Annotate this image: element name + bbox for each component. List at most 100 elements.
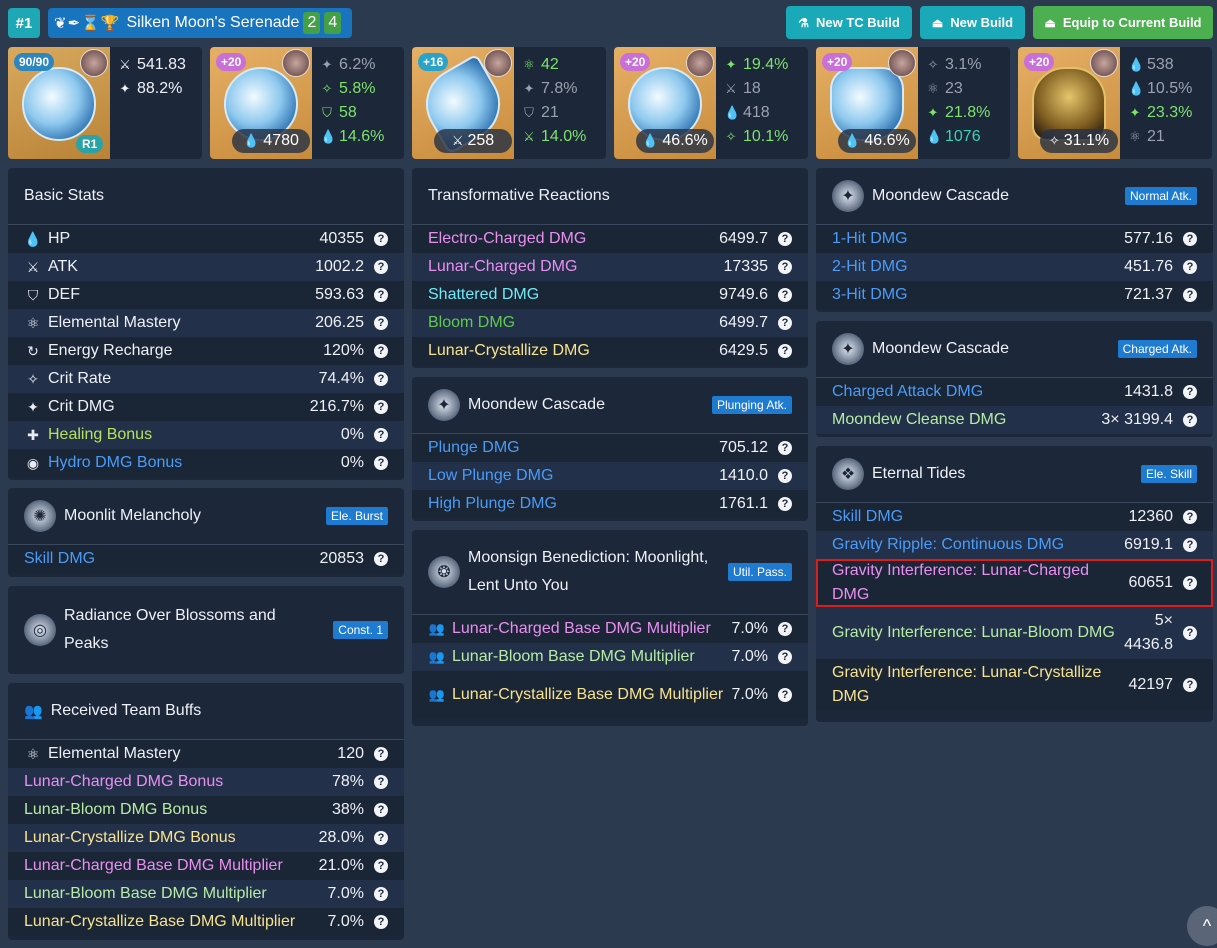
crit-rate-icon: ✧ [1048, 133, 1060, 148]
help-icon[interactable]: ? [1183, 576, 1197, 590]
talent-tag: Ele. Skill [1140, 465, 1197, 483]
stat-row: 3-Hit DMG 721.37? [816, 281, 1213, 309]
talent-tag: Charged Atk. [1117, 340, 1197, 358]
stat-value: 216.7% [309, 398, 364, 415]
help-icon[interactable]: ? [374, 456, 388, 470]
hp-icon: 💧 [1128, 81, 1145, 96]
help-icon[interactable]: ? [778, 441, 792, 455]
set-count-badge: 4 [324, 12, 342, 34]
equipment-slot-sands[interactable]: +20 💧 46.6% ✦ 19.4% ⚔ 18 💧 418 ✧ 10.1% [614, 47, 808, 159]
help-icon[interactable]: ? [778, 316, 792, 330]
help-icon[interactable]: ? [778, 260, 792, 274]
equipment-slot-goblet[interactable]: +20 💧 46.6% ✧ 3.1% ⚛ 23 ✦ 21.8% 💧 1076 [816, 47, 1010, 159]
substat-value: 58 [339, 104, 357, 121]
main-stat-number: 46.6% [662, 132, 708, 149]
hp-icon: 💧 [1128, 57, 1145, 72]
help-icon[interactable]: ? [778, 650, 792, 664]
help-icon[interactable]: ? [1183, 678, 1197, 692]
equipment-slot-circlet[interactable]: +20 ✧ 31.1% 💧 538 💧 10.5% ✦ 23.3% ⚛ 21 [1018, 47, 1212, 159]
stat-icon: ⚛ [26, 314, 40, 331]
help-icon[interactable]: ? [374, 552, 388, 566]
help-icon[interactable]: ? [374, 831, 388, 845]
card-header: 👥 Received Team Buffs [8, 683, 404, 739]
help-icon[interactable]: ? [374, 887, 388, 901]
stat-icon: ✧ [27, 370, 39, 387]
help-icon[interactable]: ? [374, 775, 388, 789]
new-build-button[interactable]: ⏏ New Build [920, 6, 1025, 39]
charged-attack-card: ✦ Moondew Cascade Charged Atk. Charged Att… [816, 321, 1213, 437]
help-icon[interactable]: ? [778, 288, 792, 302]
help-icon[interactable]: ? [1183, 260, 1197, 274]
equipped-character-avatar [686, 49, 714, 77]
help-icon[interactable]: ? [778, 344, 792, 358]
equip-build-button[interactable]: ⏏ Equip to Current Build [1033, 6, 1213, 39]
card-title: Received Team Buffs [50, 702, 202, 719]
level-badge: 90/90 [14, 53, 55, 71]
card-header: ✦ Moondew Cascade Plunging Atk. [412, 377, 808, 433]
stat-label: Elemental Mastery [48, 314, 181, 331]
help-icon[interactable]: ? [374, 428, 388, 442]
build-name-badge[interactable]: ❦✒⌛🏆 Silken Moon's Serenade 2 4 [48, 8, 352, 38]
help-icon[interactable]: ? [1183, 232, 1197, 246]
set-count-badge: 2 [303, 12, 321, 34]
help-icon[interactable]: ? [374, 232, 388, 246]
stat-row: Skill DMG 12360? [816, 503, 1213, 531]
help-icon[interactable]: ? [374, 260, 388, 274]
team-buffs-card: 👥 Received Team Buffs ⚛ Elemental Mastery 1… [8, 683, 404, 940]
main-stat-value: ✧ 31.1% [1040, 129, 1118, 153]
stat-icon: 👥 [428, 649, 446, 664]
stat-row: 💧 HP 40355? [8, 225, 404, 253]
new-tc-build-button[interactable]: ⚗ New TC Build [786, 6, 912, 39]
stat-row: ◉ Hydro DMG Bonus 0%? [8, 449, 404, 477]
equipment-slot-flower[interactable]: +20 💧 4780 ✦ 6.2% ✧ 5.8% ⛉ 58 💧 14.6% [210, 47, 404, 159]
stat-label: Lunar-Charged DMG Bonus [24, 773, 224, 790]
help-icon[interactable]: ? [778, 497, 792, 511]
stat-icon: ⚔ [26, 258, 40, 275]
stat-label: 1-Hit DMG [832, 230, 908, 247]
help-icon[interactable]: ? [374, 344, 388, 358]
help-icon[interactable]: ? [1183, 538, 1197, 552]
help-icon[interactable]: ? [778, 232, 792, 246]
substat-value: 3.1% [945, 56, 982, 73]
stat-label: Bloom DMG [428, 314, 516, 331]
help-icon[interactable]: ? [374, 859, 388, 873]
stat-value: 120 [337, 745, 364, 762]
scroll-to-top-button[interactable]: ^ [1187, 906, 1217, 946]
help-icon[interactable]: ? [778, 469, 792, 483]
substat-value: 21 [1147, 128, 1165, 145]
help-icon[interactable]: ? [374, 288, 388, 302]
talent-tag: Const. 1 [333, 621, 388, 639]
stat-row: Low Plunge DMG 1410.0? [412, 462, 808, 490]
help-icon[interactable]: ? [374, 803, 388, 817]
help-icon[interactable]: ? [1183, 385, 1197, 399]
substat-list: ⚛ 42 ✦ 7.8% ⛉ 21 ⚔ 14.0% [522, 53, 602, 149]
help-icon[interactable]: ? [778, 622, 792, 636]
hp-icon: 💧 [243, 133, 260, 148]
stat-value: 12360 [1128, 508, 1174, 525]
help-icon[interactable]: ? [374, 915, 388, 929]
stat-label: ATK [48, 258, 78, 275]
hp-icon: 💧 [642, 133, 659, 148]
help-icon[interactable]: ? [374, 400, 388, 414]
equipment-slot-weapon[interactable]: 90/90 R1 ⚔ 541.83 ✦ 88.2% [8, 47, 202, 159]
help-icon[interactable]: ? [374, 372, 388, 386]
help-icon[interactable]: ? [1183, 626, 1197, 640]
help-icon[interactable]: ? [1183, 288, 1197, 302]
hp-icon: 💧 [724, 105, 741, 120]
stat-label: Healing Bonus [48, 426, 153, 443]
stat-value: 6499.7 [719, 314, 768, 331]
stat-row: Lunar-Crystallize DMG 6429.5? [412, 337, 808, 365]
help-icon[interactable]: ? [1183, 510, 1197, 524]
help-icon[interactable]: ? [1183, 413, 1197, 427]
help-icon[interactable]: ? [374, 747, 388, 761]
main-stat-number: 31.1% [1063, 132, 1110, 149]
crit-dmg-icon: ✦ [523, 81, 535, 96]
substat: ⚔ 14.0% [522, 125, 602, 149]
substat: ✦ 19.4% [724, 53, 804, 77]
help-icon[interactable]: ? [778, 688, 792, 702]
stat-label: Lunar-Crystallize Base DMG Multiplier [24, 913, 296, 930]
stat-row: ⚛ Elemental Mastery 120? [8, 740, 404, 768]
level-badge: +20 [1024, 53, 1055, 71]
help-icon[interactable]: ? [374, 316, 388, 330]
equipment-slot-plume[interactable]: +16 ⚔ 258 ⚛ 42 ✦ 7.8% ⛉ 21 ⚔ 14.0% [412, 47, 606, 159]
